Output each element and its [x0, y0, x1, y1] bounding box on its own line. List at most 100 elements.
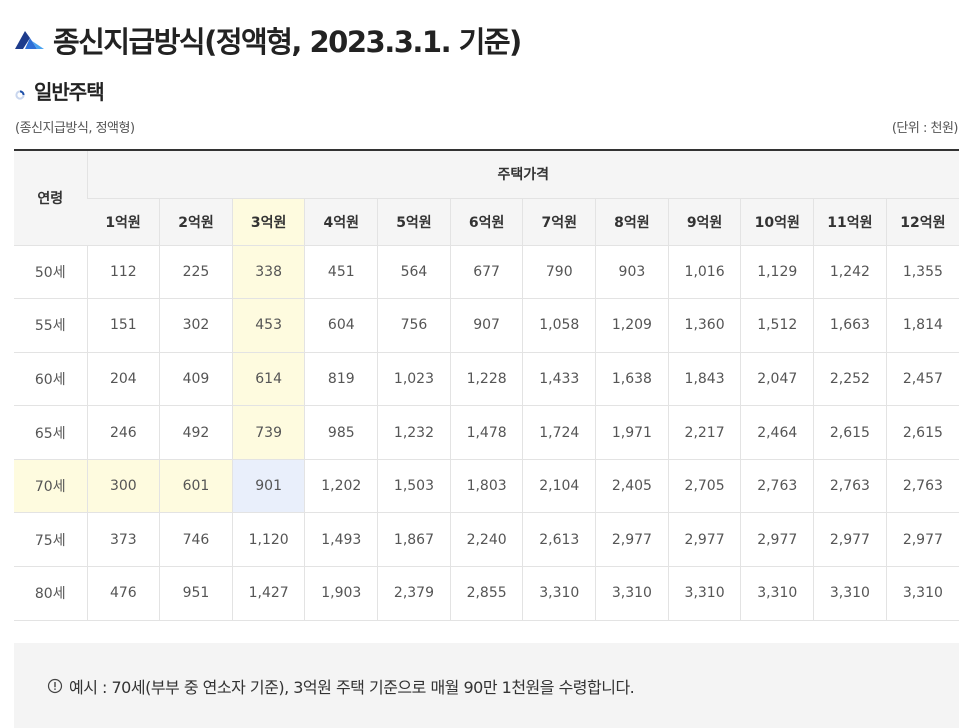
price-column-header: 8억원 — [595, 198, 669, 246]
amount-cell: 1,016 — [667, 245, 741, 300]
bullet-icon — [15, 85, 25, 100]
amount-cell: 2,977 — [667, 512, 741, 568]
amount-cell: 564 — [377, 245, 451, 300]
amount-cell: 1,493 — [304, 512, 378, 568]
example-note-text: 예시 : 70세(부부 중 연소자 기준), 3억원 주택 기준으로 매월 90… — [69, 677, 635, 697]
amount-cell: 2,977 — [740, 512, 814, 568]
amount-cell: 1,209 — [595, 298, 669, 353]
amount-cell: 1,867 — [377, 512, 451, 568]
amount-cell: 3,310 — [885, 566, 959, 621]
amount-cell: 300 — [86, 459, 160, 514]
amount-cell: 1,512 — [740, 298, 814, 353]
amount-cell: 2,104 — [522, 459, 596, 514]
table-row: 50세 112 225 338 451 564 677 790 903 1,016 1,129 1,2… — [14, 245, 959, 300]
amount-cell: 453 — [231, 298, 305, 353]
amount-cell: 2,240 — [449, 512, 523, 568]
amount-cell: 2,464 — [740, 405, 814, 460]
amount-cell: 2,977 — [813, 512, 887, 568]
amount-cell: 2,457 — [885, 352, 959, 407]
amount-cell: 1,724 — [522, 405, 596, 460]
amount-cell: 604 — [304, 298, 378, 353]
age-column-header: 연령 — [14, 150, 87, 246]
unit-label: (단위 : 천원) — [891, 121, 959, 136]
amount-cell: 1,058 — [522, 298, 596, 353]
title-row: 종신지급방식(정액형, 2023.3.1. 기준) — [15, 18, 522, 62]
amount-cell: 151 — [86, 298, 160, 353]
amount-cell: 985 — [304, 405, 378, 460]
table-row: 75세 373 746 1,120 1,493 1,867 2,240 2,613 2,977 2… — [14, 512, 959, 568]
amount-cell: 2,379 — [377, 566, 451, 621]
amount-cell: 2,217 — [667, 405, 741, 460]
amount-cell: 1,803 — [449, 459, 523, 514]
amount-cell: 204 — [86, 352, 160, 407]
amount-cell: 746 — [159, 512, 233, 568]
price-column-header: 4억원 — [304, 198, 378, 246]
amount-cell: 1,503 — [377, 459, 451, 514]
price-column-header: 7억원 — [522, 198, 596, 246]
amount-cell: 1,360 — [667, 298, 741, 353]
amount-cell: 2,763 — [740, 459, 814, 514]
amount-cell: 451 — [304, 245, 378, 300]
amount-cell: 3,310 — [522, 566, 596, 621]
amount-cell: 901 — [231, 459, 305, 514]
price-column-header: 11억원 — [813, 198, 887, 246]
section-title-row: 일반주택 — [15, 76, 105, 104]
section-title: 일반주택 — [34, 79, 105, 104]
price-column-header: 3억원 — [231, 198, 305, 246]
age-cell: 55세 — [14, 298, 87, 353]
amount-cell: 2,763 — [885, 459, 959, 514]
amount-cell: 2,977 — [595, 512, 669, 568]
amount-cell: 338 — [231, 245, 305, 300]
age-cell: 75세 — [14, 512, 87, 568]
amount-cell: 225 — [159, 245, 233, 300]
amount-cell: 819 — [304, 352, 378, 407]
price-column-header: 6억원 — [449, 198, 523, 246]
price-column-header: 2억원 — [159, 198, 233, 246]
amount-cell: 1,228 — [449, 352, 523, 407]
amount-cell: 903 — [595, 245, 669, 300]
amount-cell: 2,405 — [595, 459, 669, 514]
amount-cell: 1,355 — [885, 245, 959, 300]
example-note: 예시 : 70세(부부 중 연소자 기준), 3억원 주택 기준으로 매월 90… — [14, 643, 959, 728]
price-column-header: 9억원 — [667, 198, 741, 246]
amount-cell: 2,047 — [740, 352, 814, 407]
price-group-header: 주택가격 — [86, 150, 959, 199]
price-column-header: 5억원 — [377, 198, 451, 246]
amount-cell: 677 — [449, 245, 523, 300]
amount-cell: 2,613 — [522, 512, 596, 568]
amount-cell: 1,843 — [667, 352, 741, 407]
table-row: 70세 300 601 901 1,202 1,503 1,803 2,104 2,405 2,7… — [14, 459, 959, 514]
age-cell: 70세 — [14, 459, 87, 514]
age-cell: 60세 — [14, 352, 87, 407]
amount-cell: 1,814 — [885, 298, 959, 353]
amount-cell: 112 — [86, 245, 160, 300]
amount-cell: 2,977 — [885, 512, 959, 568]
amount-cell: 1,427 — [231, 566, 305, 621]
amount-cell: 2,615 — [885, 405, 959, 460]
table-row: 65세 246 492 739 985 1,232 1,478 1,724 1,971 2,217… — [14, 405, 959, 460]
amount-cell: 1,202 — [304, 459, 378, 514]
info-circle-icon — [47, 678, 63, 694]
amount-cell: 1,242 — [813, 245, 887, 300]
age-cell: 80세 — [14, 566, 87, 621]
amount-cell: 2,763 — [813, 459, 887, 514]
amount-cell: 3,310 — [813, 566, 887, 621]
amount-cell: 1,971 — [595, 405, 669, 460]
amount-cell: 614 — [231, 352, 305, 407]
amount-cell: 246 — [86, 405, 160, 460]
age-cell: 65세 — [14, 405, 87, 460]
amount-cell: 2,615 — [813, 405, 887, 460]
table-caption: (종신지급방식, 정액형) — [15, 121, 135, 136]
amount-cell: 2,855 — [449, 566, 523, 621]
amount-cell: 476 — [86, 566, 160, 621]
amount-cell: 409 — [159, 352, 233, 407]
price-column-header: 1억원 — [87, 198, 160, 246]
amount-cell: 1,120 — [231, 512, 305, 568]
amount-cell: 2,252 — [813, 352, 887, 407]
amount-cell: 1,129 — [740, 245, 814, 300]
table-row: 80세 476 951 1,427 1,903 2,379 2,855 3,310 3,310 3… — [14, 566, 959, 621]
amount-cell: 1,232 — [377, 405, 451, 460]
amount-cell: 601 — [159, 459, 233, 514]
amount-cell: 492 — [159, 405, 233, 460]
amount-cell: 907 — [449, 298, 523, 353]
